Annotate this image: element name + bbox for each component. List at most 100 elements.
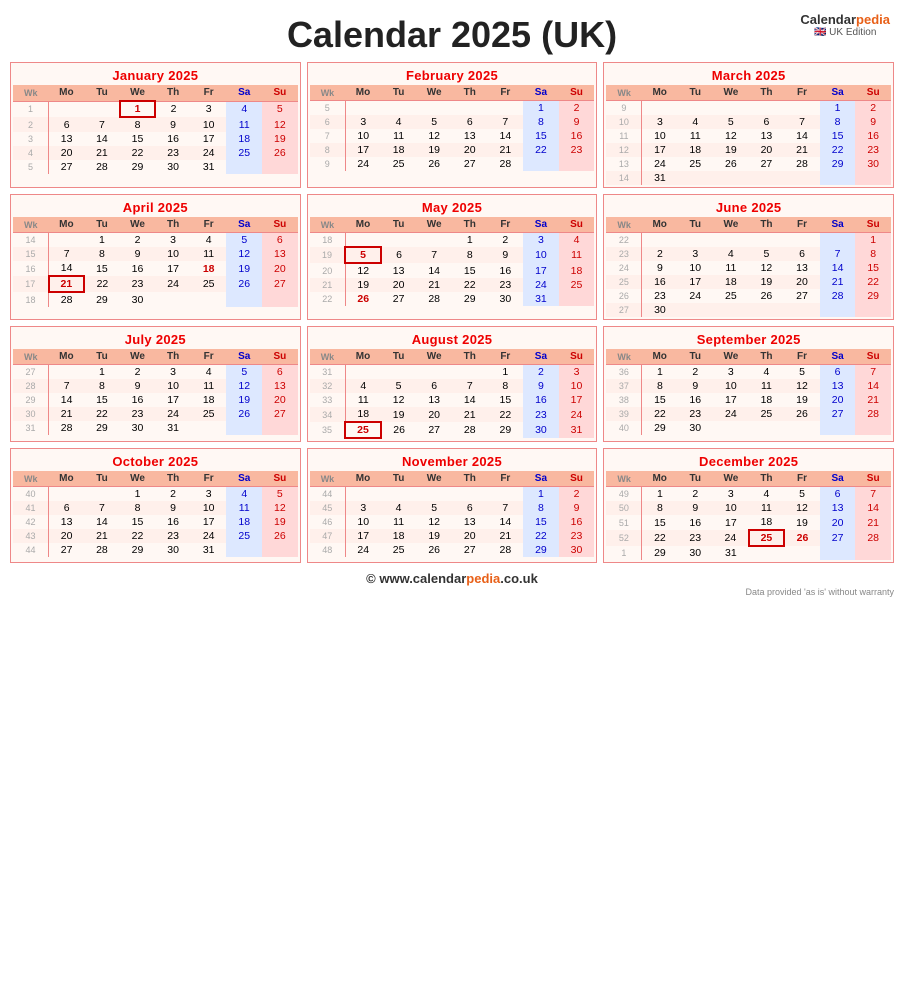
table-row: 2119202122232425 bbox=[310, 278, 595, 292]
table-row: 710111213141516 bbox=[310, 129, 595, 143]
table-row: 4610111213141516 bbox=[310, 515, 595, 529]
table-row: 416789101112 bbox=[13, 501, 298, 515]
table-row: 3922232425262728 bbox=[606, 407, 891, 421]
table-row: 3311121314151617 bbox=[310, 393, 595, 407]
month-title: March 2025 bbox=[606, 65, 891, 85]
month-table: WkMoTuWeThFrSaSu141234561578910111213161… bbox=[13, 217, 298, 307]
table-row: 2878910111213 bbox=[13, 379, 298, 393]
table-row: 3815161718192021 bbox=[606, 393, 891, 407]
table-row: 31123 bbox=[310, 365, 595, 380]
month-block-4: April 2025WkMoTuWeThFrSaSu14123456157891… bbox=[10, 194, 301, 320]
table-row: 26789101112 bbox=[13, 117, 298, 132]
month-table: WkMoTuWeThFrSaSu311233245678910331112131… bbox=[310, 349, 595, 439]
month-block-1: January 2025WkMoTuWeThFrSaSu112345267891… bbox=[10, 62, 301, 188]
table-row: 3525262728293031 bbox=[310, 422, 595, 438]
table-row: 4012345 bbox=[13, 487, 298, 502]
month-table: WkMoTuWeThFrSaSu181234195678910112012131… bbox=[310, 217, 595, 306]
table-row: 5222232425262728 bbox=[606, 530, 891, 546]
table-row: 19567891011 bbox=[310, 247, 595, 263]
month-title: July 2025 bbox=[13, 329, 298, 349]
table-row: 817181920212223 bbox=[310, 143, 595, 157]
month-block-5: May 2025WkMoTuWeThFrSaSu1812341956789101… bbox=[307, 194, 598, 320]
table-row: 3245678910 bbox=[310, 379, 595, 393]
table-row: 453456789 bbox=[310, 501, 595, 515]
month-table: WkMoTuWeThFrSaSu512634567897101112131415… bbox=[310, 85, 595, 171]
month-title: May 2025 bbox=[310, 197, 595, 217]
table-row: 103456789 bbox=[606, 115, 891, 129]
table-row: 4213141516171819 bbox=[13, 515, 298, 529]
month-table: WkMoTuWeThFrSaSu271234562878910111213291… bbox=[13, 349, 298, 435]
table-row: 2012131415161718 bbox=[310, 263, 595, 278]
table-row: 232345678 bbox=[606, 247, 891, 261]
table-row: 1110111213141516 bbox=[606, 129, 891, 143]
table-row: 37891011121314 bbox=[606, 379, 891, 393]
table-row: 4412 bbox=[310, 487, 595, 502]
table-row: 912 bbox=[606, 101, 891, 116]
month-block-7: July 2025WkMoTuWeThFrSaSu271234562878910… bbox=[10, 326, 301, 442]
table-row: 3418192021222324 bbox=[310, 407, 595, 422]
table-row: 181234 bbox=[310, 233, 595, 248]
table-row: 52728293031 bbox=[13, 160, 298, 174]
month-table: WkMoTuWeThFrSaSu401234541678910111242131… bbox=[13, 471, 298, 557]
month-block-8: August 2025WkMoTuWeThFrSaSu3112332456789… bbox=[307, 326, 598, 442]
table-row: 313141516171819 bbox=[13, 132, 298, 146]
month-title: December 2025 bbox=[606, 451, 891, 471]
table-row: 249101112131415 bbox=[606, 261, 891, 275]
month-block-11: November 2025WkMoTuWeThFrSaSu44124534567… bbox=[307, 448, 598, 563]
table-row: 50891011121314 bbox=[606, 501, 891, 515]
table-row: 1293031 bbox=[606, 546, 891, 560]
table-row: 1614151617181920 bbox=[13, 261, 298, 276]
table-row: 22262728293031 bbox=[310, 292, 595, 306]
table-row: 1324252627282930 bbox=[606, 157, 891, 171]
table-row: 402930 bbox=[606, 421, 891, 435]
month-title: September 2025 bbox=[606, 329, 891, 349]
month-title: August 2025 bbox=[310, 329, 595, 349]
table-row: 442728293031 bbox=[13, 543, 298, 557]
table-row: 2516171819202122 bbox=[606, 275, 891, 289]
month-title: November 2025 bbox=[310, 451, 595, 471]
table-row: 18282930 bbox=[13, 292, 298, 307]
page-title: Calendar 2025 (UK) bbox=[10, 14, 894, 56]
calendars-grid: January 2025WkMoTuWeThFrSaSu112345267891… bbox=[10, 62, 894, 563]
table-row: 1578910111213 bbox=[13, 247, 298, 261]
table-row: 491234567 bbox=[606, 487, 891, 502]
month-table: WkMoTuWeThFrSaSu491234567508910111213145… bbox=[606, 471, 891, 560]
table-row: 3128293031 bbox=[13, 421, 298, 435]
table-row: 3021222324252627 bbox=[13, 407, 298, 421]
table-row: 92425262728 bbox=[310, 157, 595, 171]
month-block-3: March 2025WkMoTuWeThFrSaSu91210345678911… bbox=[603, 62, 894, 188]
footer-note: Data provided 'as is' without warranty bbox=[10, 587, 894, 597]
table-row: 1217181920212223 bbox=[606, 143, 891, 157]
table-row: 14123456 bbox=[13, 233, 298, 248]
table-row: 27123456 bbox=[13, 365, 298, 380]
table-row: 4717181920212223 bbox=[310, 529, 595, 543]
month-table: WkMoTuWeThFrSaSu221232345678249101112131… bbox=[606, 217, 891, 317]
month-title: April 2025 bbox=[13, 197, 298, 217]
table-row: 2914151617181920 bbox=[13, 393, 298, 407]
month-block-12: December 2025WkMoTuWeThFrSaSu49123456750… bbox=[603, 448, 894, 563]
table-row: 221 bbox=[606, 233, 891, 248]
table-row: 1431 bbox=[606, 171, 891, 185]
table-row: 512 bbox=[310, 101, 595, 116]
month-title: June 2025 bbox=[606, 197, 891, 217]
table-row: 2730 bbox=[606, 303, 891, 317]
month-table: WkMoTuWeThFrSaSu912103456789111011121314… bbox=[606, 85, 891, 185]
month-block-2: February 2025WkMoTuWeThFrSaSu51263456789… bbox=[307, 62, 598, 188]
table-row: 1721222324252627 bbox=[13, 276, 298, 292]
logo-area: Calendarpedia 🇬🇧 UK Edition bbox=[800, 12, 890, 38]
month-title: February 2025 bbox=[310, 65, 595, 85]
month-table: WkMoTuWeThFrSaSu361234567378910111213143… bbox=[606, 349, 891, 435]
month-table: WkMoTuWeThFrSaSu441245345678946101112131… bbox=[310, 471, 595, 557]
month-table: WkMoTuWeThFrSaSu112345267891011123131415… bbox=[13, 85, 298, 174]
table-row: 420212223242526 bbox=[13, 146, 298, 160]
table-row: 4320212223242526 bbox=[13, 529, 298, 543]
table-row: 2623242526272829 bbox=[606, 289, 891, 303]
table-row: 112345 bbox=[13, 101, 298, 117]
table-row: 5115161718192021 bbox=[606, 515, 891, 530]
table-row: 63456789 bbox=[310, 115, 595, 129]
month-block-10: October 2025WkMoTuWeThFrSaSu401234541678… bbox=[10, 448, 301, 563]
month-title: October 2025 bbox=[13, 451, 298, 471]
month-title: January 2025 bbox=[13, 65, 298, 85]
footer: © www.calendarpedia.co.uk bbox=[10, 571, 894, 586]
month-block-6: June 2025WkMoTuWeThFrSaSu221232345678249… bbox=[603, 194, 894, 320]
